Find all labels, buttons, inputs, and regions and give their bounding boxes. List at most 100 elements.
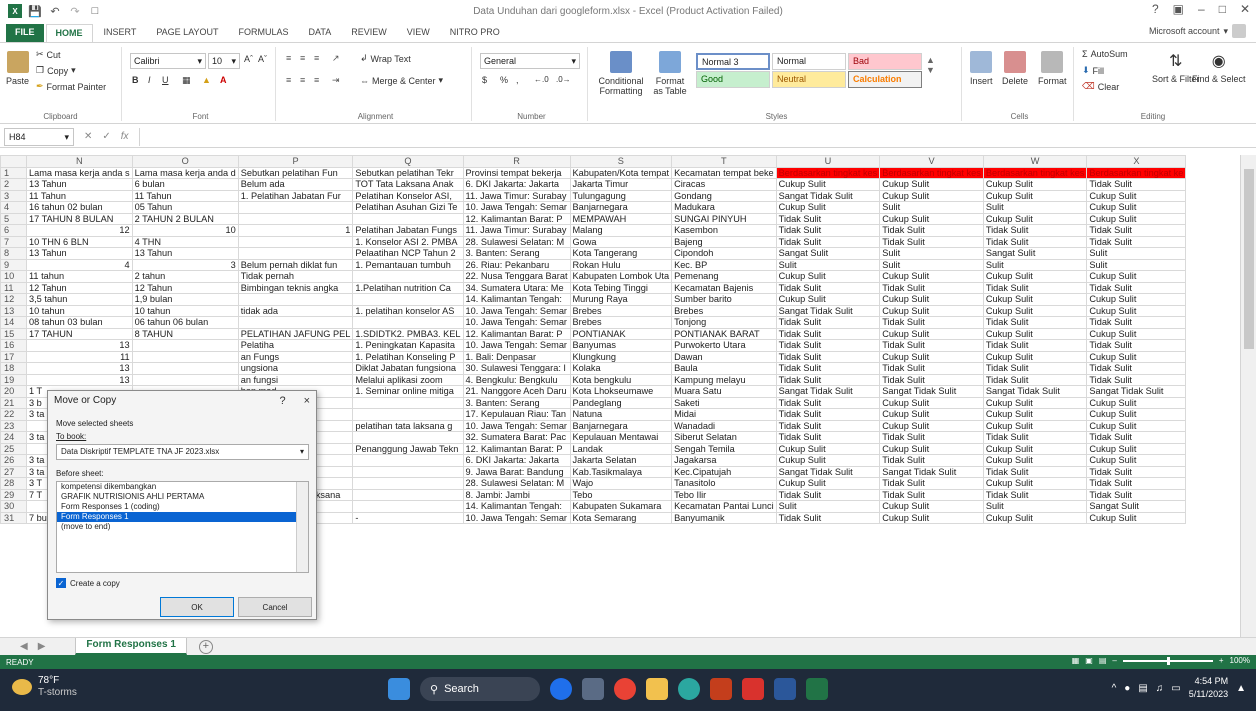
cell[interactable]: 1. Seminar online mitiga [352,385,464,398]
powerpoint-icon[interactable] [710,678,732,700]
to-book-select[interactable]: Data Diskriptif TEMPLATE TNA JF 2023.xls… [56,444,309,460]
cell[interactable]: 1. Pemantauan tumbuh [352,258,464,271]
cell[interactable]: Murung Raya [569,293,673,306]
cell[interactable]: 9. Jawa Barat: Bandung [462,465,571,478]
cell[interactable]: Cukup Sulit [982,408,1088,421]
column-header[interactable]: O [131,155,239,168]
cell[interactable]: Tidak Sulit [879,316,984,329]
cell[interactable] [237,235,354,248]
cell[interactable]: Sulit [775,500,881,513]
row-header[interactable]: 21 [0,396,27,409]
cell[interactable]: Tidak Sulit [1086,316,1187,329]
cell[interactable]: Cukup Sulit [982,511,1088,524]
column-header[interactable]: U [775,155,881,168]
cell[interactable]: Gondang [671,189,777,202]
cell[interactable]: Malang [569,224,673,237]
sheet-nav-right-icon[interactable]: ▶ [38,641,46,652]
cell[interactable]: Tidak Sulit [775,511,881,524]
sheet-nav-left-icon[interactable]: ◀ [20,641,28,652]
cell[interactable]: Sangat Tidak Sulit [982,385,1088,398]
align-right-icon[interactable]: ≡ [314,75,319,85]
cell[interactable]: Cukup Sulit [982,327,1088,340]
fill-button[interactable]: ⬇ Fill [1082,65,1104,76]
fill-color-icon[interactable]: ▲ [202,75,211,85]
cell[interactable]: Cukup Sulit [982,189,1088,202]
cell[interactable]: Tidak Sulit [775,339,881,352]
cell[interactable]: Sulit [879,201,984,214]
cell[interactable]: 05 Tahun [131,201,239,214]
cell[interactable]: Cukup Sulit [879,350,984,363]
borders-icon[interactable]: ▦ [182,75,191,86]
cell[interactable]: - [352,511,464,524]
cell[interactable]: Madukara [671,201,777,214]
cell[interactable]: Tidak Sulit [1086,178,1187,191]
cell[interactable]: Cukup Sulit [879,500,984,513]
minimize-icon[interactable]: – [1198,2,1205,16]
row-header[interactable]: 14 [0,316,27,329]
cell[interactable]: 26. Riau: Pekanbaru [462,258,571,271]
cell[interactable]: Kota Lhokseumawe [569,385,673,398]
cell[interactable]: Sangat Tidak Sulit [775,304,881,317]
cell[interactable]: 14. Kalimantan Tengah: [462,293,571,306]
cell[interactable]: Tebo [569,488,673,501]
add-sheet-icon[interactable]: + [198,639,213,654]
cell[interactable] [237,201,354,214]
redo-icon[interactable]: ↷ [68,4,82,18]
cell[interactable]: Pandeglang [569,396,673,409]
underline-button[interactable]: U [162,75,169,85]
chrome-tray-icon[interactable]: ● [1124,683,1130,694]
style-normal[interactable]: Normal [772,53,846,70]
percent-button[interactable]: % [500,75,508,85]
cell[interactable]: Sulit [982,258,1088,271]
cell[interactable]: Sangat Tidak Sulit [879,385,984,398]
word-icon[interactable] [774,678,796,700]
cell[interactable]: 8. Jambi: Jambi [462,488,571,501]
row-header[interactable]: 27 [0,465,27,478]
cell[interactable]: Diklat Jabatan fungsiona [352,362,464,375]
wrap-text-button[interactable]: ↲ Wrap Text [360,53,411,64]
merge-center-button[interactable]: ⇔ Merge & Center ▾ [360,75,443,86]
normal-view-icon[interactable]: ▦ [1072,656,1080,665]
cell[interactable]: Pemenang [671,270,777,283]
cell[interactable]: Tidak Sulit [775,419,881,432]
cell[interactable]: Cukup Sulit [982,442,1088,455]
cell[interactable] [352,316,464,329]
maximize-icon[interactable]: □ [1219,2,1226,16]
cell[interactable]: Cukup Sulit [775,178,881,191]
cell[interactable]: Lama masa kerja anda s [26,166,133,179]
cell[interactable]: Pelatiha [237,339,354,352]
notification-icon[interactable]: ▲ [1236,683,1246,694]
row-header[interactable]: 24 [0,431,27,444]
cell[interactable]: Cukup Sulit [1086,454,1187,467]
cell[interactable]: SUNGAI PINYUH [671,212,777,225]
close-icon[interactable]: ✕ [1240,2,1250,16]
cell[interactable] [131,339,239,352]
cell[interactable]: Tidak Sulit [775,212,881,225]
cell[interactable]: Cukup Sulit [879,212,984,225]
scrollbar-thumb[interactable] [1244,169,1254,349]
print-preview-icon[interactable]: □ [88,4,102,18]
cell[interactable]: Kota bengkulu [569,373,673,386]
cell[interactable]: Cukup Sulit [1086,350,1187,363]
cell[interactable]: 12 [26,224,133,237]
sheet-tab-form-responses[interactable]: Form Responses 1 [75,638,187,655]
row-header[interactable]: 17 [0,350,27,363]
cell[interactable]: Tidak Sulit [982,316,1088,329]
row-header[interactable]: 3 [0,189,27,202]
cell[interactable]: Sulit [1086,247,1187,260]
cell[interactable]: Sulit [879,247,984,260]
cell[interactable]: Tidak Sulit [982,224,1088,237]
cell[interactable]: 2 tahun [131,270,239,283]
cell[interactable]: Tanasitolo [671,477,777,490]
find-select-button[interactable]: ◉ Find & Select [1192,51,1246,84]
cell[interactable]: 2 TAHUN 2 BULAN [131,212,239,225]
zoom-out-icon[interactable]: – [1112,656,1116,665]
cell[interactable]: Tidak Sulit [775,431,881,444]
cell[interactable]: 10 tahun [26,304,133,317]
list-item[interactable]: (move to end) [57,522,308,532]
cell[interactable]: 3. Banten: Serang [462,247,571,260]
zoom-slider[interactable] [1122,656,1213,665]
cell[interactable]: 11. Jawa Timur: Surabay [462,189,571,202]
cell[interactable]: Bimbingan teknis angka [237,281,354,294]
cell[interactable]: Pelatihan Jabatan Fungs [352,224,464,237]
